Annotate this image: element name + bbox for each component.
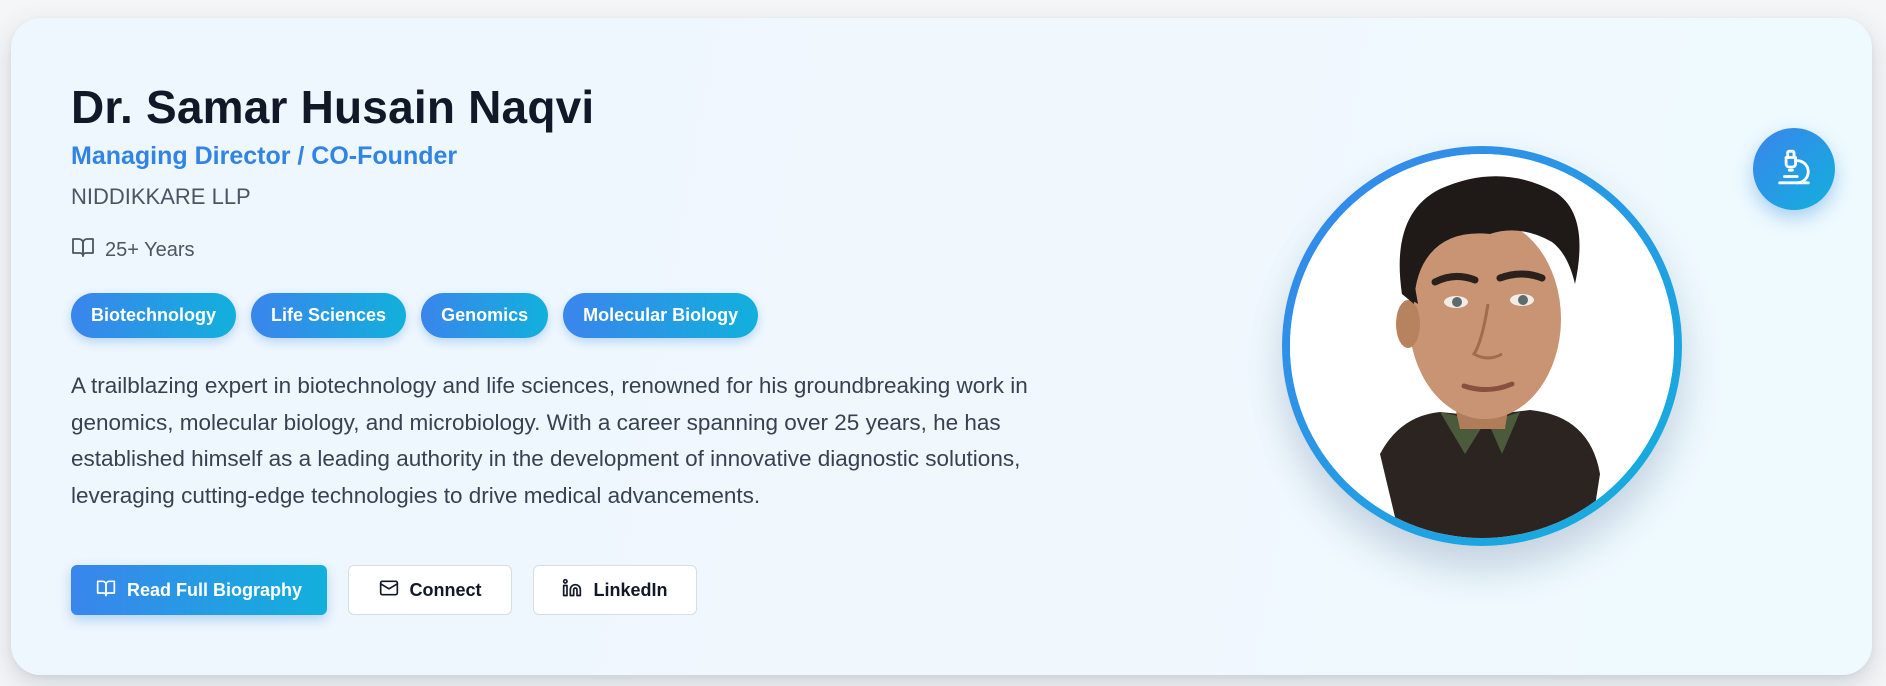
- microscope-fab-button[interactable]: [1753, 128, 1835, 210]
- profile-photo: [1290, 154, 1674, 538]
- read-full-biography-button[interactable]: Read Full Biography: [71, 565, 327, 615]
- portrait-illustration: [1290, 154, 1674, 538]
- experience-row: 25+ Years: [71, 235, 195, 265]
- profile-name: Dr. Samar Husain Naqvi: [71, 81, 595, 133]
- expertise-tags: Biotechnology Life Sciences Genomics Mol…: [71, 293, 759, 338]
- profile-bio: A trailblazing expert in biotechnology a…: [71, 373, 1028, 508]
- microscope-icon: [1775, 148, 1813, 191]
- profile-company: NIDDIKKARE LLP: [71, 184, 251, 209]
- connect-button[interactable]: Connect: [348, 565, 512, 615]
- tag-biotechnology: Biotechnology: [71, 293, 236, 338]
- profile-role: Managing Director / CO-Founder: [71, 142, 458, 170]
- linkedin-icon: [562, 578, 582, 603]
- profile-card: Dr. Samar Husain Naqvi Managing Director…: [11, 18, 1872, 675]
- connect-label: Connect: [409, 579, 482, 600]
- action-buttons: Read Full Biography Connect LinkedIn: [71, 565, 697, 615]
- mail-icon: [379, 578, 399, 603]
- tag-molecular-biology: Molecular Biology: [563, 293, 759, 338]
- linkedin-button[interactable]: LinkedIn: [533, 565, 697, 615]
- linkedin-label: LinkedIn: [593, 579, 668, 600]
- tag-life-sciences: Life Sciences: [251, 293, 407, 338]
- profile-photo-frame: [1282, 146, 1682, 546]
- book-open-icon: [71, 235, 95, 265]
- experience-text: 25+ Years: [105, 238, 195, 261]
- book-open-icon: [96, 578, 116, 603]
- read-full-biography-label: Read Full Biography: [126, 579, 303, 600]
- tag-genomics: Genomics: [421, 293, 549, 338]
